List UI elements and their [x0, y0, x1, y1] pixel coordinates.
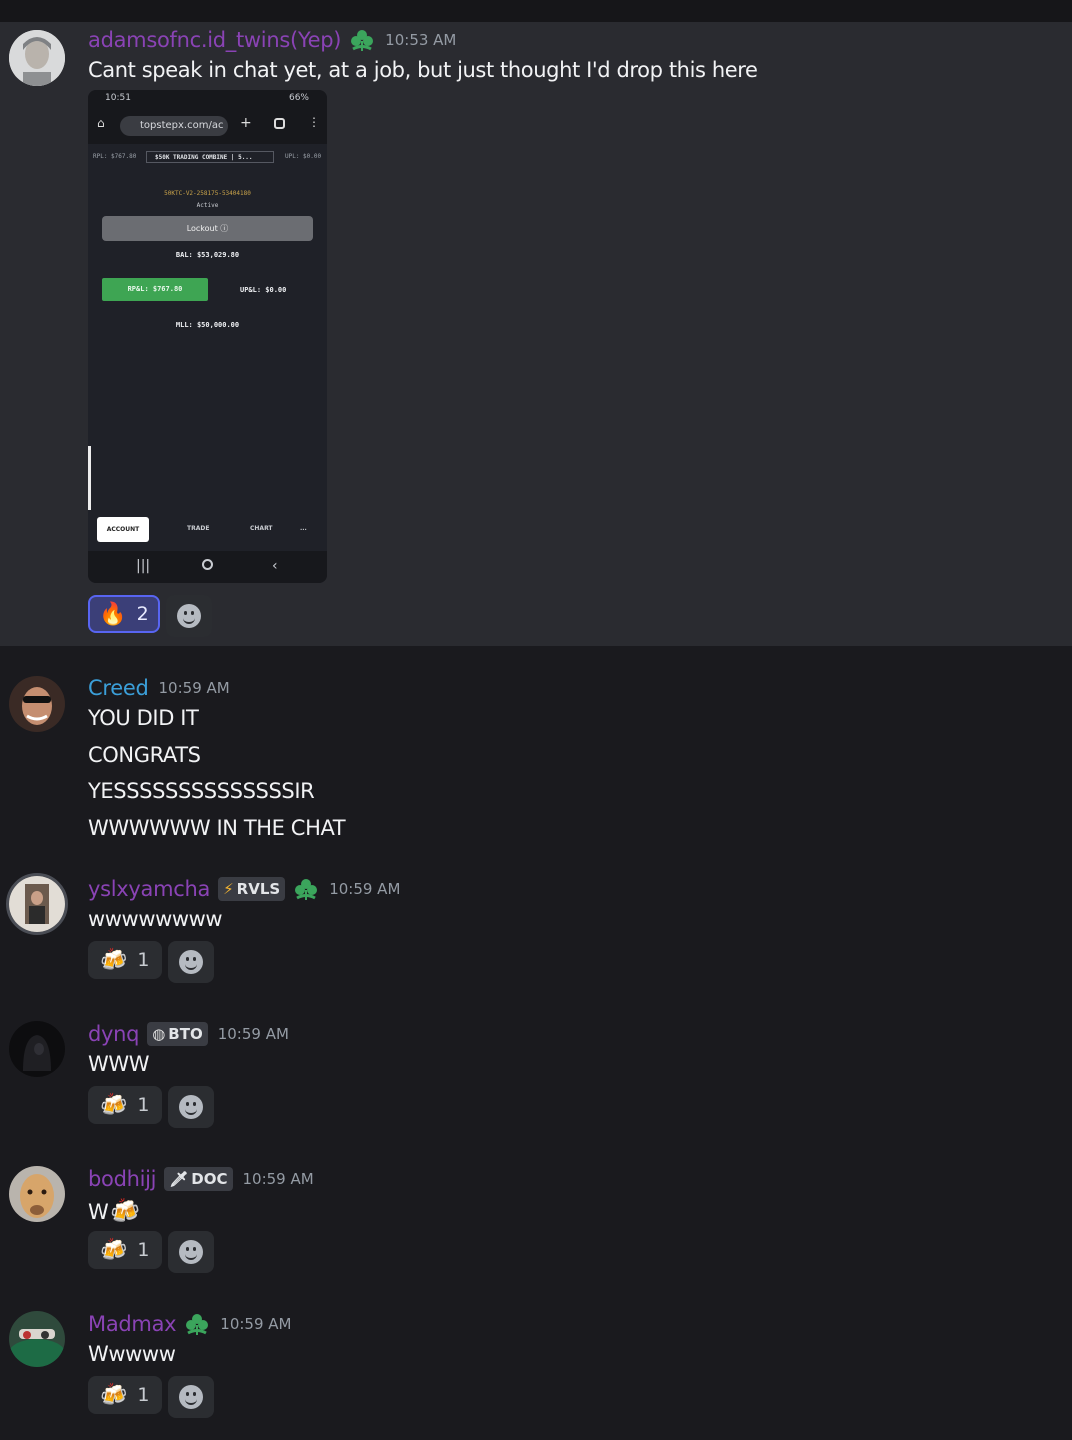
message-text: wwwwwwww	[88, 907, 223, 931]
add-reaction-icon	[178, 1240, 203, 1264]
upl: UP&L: $0.00	[240, 286, 287, 294]
avatar[interactable]	[9, 1311, 65, 1367]
scrollbar	[88, 446, 91, 510]
reaction-beers[interactable]: 🍻 1	[88, 941, 162, 979]
timestamp[interactable]: 10:59 AM	[159, 679, 230, 697]
leaf-badge-icon[interactable]	[349, 27, 375, 53]
username[interactable]: yslxyamcha	[88, 877, 210, 901]
add-reaction-button[interactable]	[167, 1086, 214, 1128]
message-line: WWWWWW IN THE CHAT	[88, 816, 346, 840]
reaction-count: 1	[137, 949, 150, 971]
sword-icon: 🗡	[169, 1170, 189, 1188]
tabs-icon	[274, 118, 285, 129]
new-tab-icon: +	[240, 115, 252, 131]
url-field: topstepx.com/ac	[120, 116, 228, 136]
lockout-button: Lockout ⓘ	[102, 216, 313, 241]
top-bar	[0, 0, 1072, 22]
combine-select: $50K TRADING COMBINE | 5...	[146, 151, 274, 163]
reaction-count: 1	[137, 1384, 150, 1406]
add-reaction-button[interactable]	[167, 1231, 214, 1273]
role-tag[interactable]: 🗡 DOC	[164, 1167, 233, 1191]
account-status: Active	[196, 202, 219, 209]
beers-icon: 🍻	[100, 947, 128, 973]
add-reaction-icon	[178, 950, 203, 974]
reaction-count: 2	[136, 603, 149, 625]
home-button-icon	[202, 559, 213, 570]
add-reaction-icon	[177, 604, 201, 628]
message-text: W🍻	[88, 1197, 140, 1225]
leaf-badge-icon[interactable]	[293, 876, 319, 902]
username[interactable]: Madmax	[88, 1312, 177, 1336]
rpl-small: RPL: $767.80	[93, 153, 137, 160]
message-text: WWW	[88, 1052, 150, 1076]
leaf-badge-icon[interactable]	[184, 1311, 210, 1337]
back-icon: ‹	[272, 558, 278, 574]
message-text: Wwwww	[88, 1342, 176, 1366]
avatar[interactable]	[9, 1021, 65, 1077]
lightning-icon: ⚡	[223, 880, 234, 898]
message-line: YESSSSSSSSSSSSSSIR	[88, 779, 315, 803]
timestamp[interactable]: 10:59 AM	[218, 1025, 289, 1043]
add-reaction-button[interactable]	[166, 595, 212, 637]
tab-account: ACCOUNT	[97, 517, 149, 542]
tab-more: ...	[300, 525, 307, 532]
add-reaction-button[interactable]	[167, 941, 214, 983]
username[interactable]: Creed	[88, 676, 149, 700]
avatar[interactable]	[9, 1166, 65, 1222]
avatar[interactable]	[6, 873, 68, 935]
username[interactable]: dynq	[88, 1022, 140, 1046]
message-text: Cant speak in chat yet, at a job, but ju…	[88, 58, 758, 82]
recents-icon: |||	[136, 558, 151, 574]
role-tag[interactable]: ◍ BTO	[147, 1022, 208, 1046]
beers-icon: 🍻	[100, 1237, 128, 1263]
reaction-beers[interactable]: 🍻 1	[88, 1231, 162, 1269]
timestamp[interactable]: 10:59 AM	[329, 880, 400, 898]
tab-chart: CHART	[250, 525, 273, 532]
image-attachment[interactable]: 10:51 66% ⌂ topstepx.com/ac + ⋮ RPL: $76…	[88, 90, 327, 583]
account-id: 50KTC-V2-258175-53404180	[164, 190, 251, 197]
message-line: CONGRATS	[88, 743, 201, 767]
spiral-icon: ◍	[152, 1025, 166, 1043]
avatar[interactable]	[9, 676, 65, 732]
username[interactable]: adamsofnc.id_twins(Yep)	[88, 28, 341, 52]
fire-icon: 🔥	[99, 601, 127, 627]
add-reaction-icon	[178, 1385, 203, 1409]
avatar[interactable]	[9, 30, 65, 86]
menu-icon: ⋮	[308, 115, 320, 129]
message-line: YOU DID IT	[88, 706, 199, 730]
tab-trade: TRADE	[187, 525, 210, 532]
add-reaction-button[interactable]	[167, 1376, 214, 1418]
reaction-beers[interactable]: 🍻 1	[88, 1086, 162, 1124]
home-icon: ⌂	[97, 116, 105, 130]
upl-small: UPL: $0.00	[285, 153, 322, 160]
mll: MLL: $50,000.00	[175, 321, 240, 329]
reaction-count: 1	[137, 1239, 150, 1261]
add-reaction-icon	[178, 1095, 203, 1119]
android-nav-bar: ||| ‹	[88, 551, 327, 583]
rpl-badge: RP&L: $767.80	[102, 278, 208, 301]
timestamp[interactable]: 10:53 AM	[385, 31, 456, 49]
browser-url-bar: ⌂ topstepx.com/ac + ⋮	[88, 108, 327, 144]
beers-icon: 🍻	[100, 1382, 128, 1408]
username[interactable]: bodhijj	[88, 1167, 157, 1191]
timestamp[interactable]: 10:59 AM	[243, 1170, 314, 1188]
reaction-count: 1	[137, 1094, 150, 1116]
timestamp[interactable]: 10:59 AM	[220, 1315, 291, 1333]
beers-icon: 🍻	[110, 1197, 140, 1225]
role-tag[interactable]: ⚡ RVLS	[218, 877, 286, 901]
beers-icon: 🍻	[100, 1092, 128, 1118]
balance: BAL: $53,029.80	[175, 251, 240, 259]
reaction-beers[interactable]: 🍻 1	[88, 1376, 162, 1414]
phone-status-bar: 10:51 66%	[88, 90, 327, 108]
reaction-fire[interactable]: 🔥 2	[88, 595, 160, 633]
